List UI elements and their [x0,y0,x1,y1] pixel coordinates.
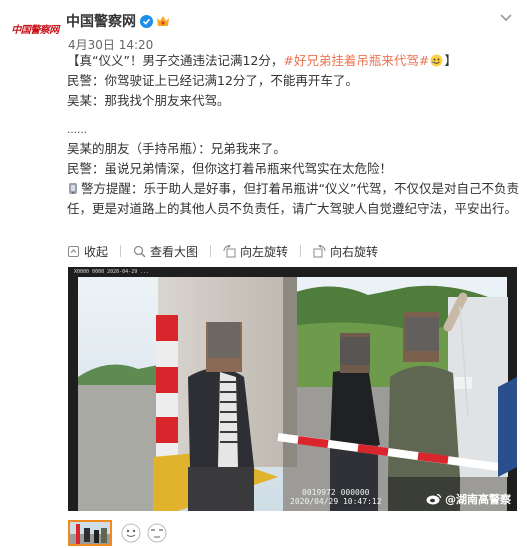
post-line: 吴某：那我找个朋友来代驾。 [67,93,230,108]
post-line: …… [67,125,87,136]
collapse-label: 收起 [84,244,109,259]
divider [300,245,302,257]
author-name[interactable]: 中国警察网 [66,11,136,31]
post-content: 【真“仪义”！男子交通违法记满12分，#好兄弟挂着吊瓶来代驾#】 民警：你驾驶证… [67,51,522,219]
megaphone-icon [69,183,77,194]
rotate-right-label: 向右旋转 [330,244,379,259]
post-header: 中国警察网 中国警察网 4月30日 14:20 [0,0,527,58]
chevron-down-icon[interactable] [499,10,513,24]
emoji-icon[interactable] [120,522,142,544]
post-line-alert: 警方提醒：乐于助人是好事，但打着吊瓶讲“仪义”代驾，不仅仅是对自己不负责任，更是… [67,181,519,216]
rotate-right-icon [313,244,326,257]
magnifier-icon [133,245,146,257]
rotate-right-button[interactable]: 向右旋转 [313,243,378,260]
author-name-row: 中国警察网 [66,11,170,31]
avatar-logo-text: 中国警察网 [11,24,59,36]
post-photo[interactable]: X0000 0000 2020-04-29 ... 0019972 000000… [68,267,517,511]
photo-scene [68,267,517,511]
post-line: 民警：虽说兄弟情深，但你这打着吊瓶来代驾实在太危险！ [67,161,393,176]
photo-watermark: @ 湖南高警察 [426,491,511,507]
divider [210,245,212,257]
emoji-icon[interactable] [146,522,168,544]
photo-timestamp: 0019972 000000 2020/04/29 10:47:12 [290,488,382,506]
avatar[interactable]: 中国警察网 [11,10,59,46]
photo-meta-text: X0000 0000 2020-04-29 ... [74,269,150,275]
rotate-left-button[interactable]: 向左旋转 [223,243,288,260]
post-line: 吴某的朋友（手持吊瓶）：兄弟我来了。 [67,141,286,156]
hashtag-link[interactable]: #好兄弟挂着吊瓶来代驾# [283,53,429,68]
thumbnail-selected[interactable] [68,520,112,546]
thumbnail-strip [68,520,168,546]
post-line-title: 【真“仪义”！男子交通违法记满12分，#好兄弟挂着吊瓶来代驾#】 [67,53,457,68]
divider [120,245,122,257]
post-line: 民警：你驾驶证上已经记满12分了，不能再开车了。 [67,73,358,88]
collapse-icon [68,245,79,257]
weibo-logo-icon [426,493,442,505]
view-large-label: 查看大图 [150,244,199,259]
view-large-button[interactable]: 查看大图 [133,243,198,260]
image-actions-bar: 收起 查看大图 向左旋转 向右旋转 [67,239,390,263]
collapse-button[interactable]: 收起 [67,243,108,260]
vip-icon [157,16,169,26]
emoji-icon [430,54,443,67]
rotate-left-label: 向左旋转 [240,244,289,259]
rotate-left-icon [223,244,236,257]
verified-icon [140,14,153,28]
